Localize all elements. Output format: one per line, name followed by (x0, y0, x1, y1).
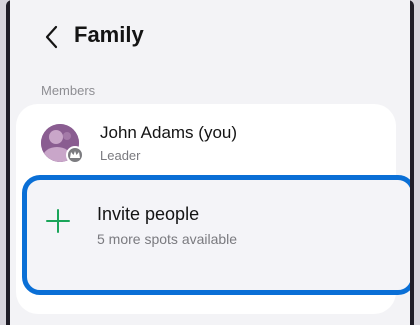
invite-sublabel: 5 more spots available (97, 231, 238, 247)
member-role: Leader (100, 148, 141, 163)
crown-icon (66, 146, 84, 164)
member-name: John Adams (you) (100, 123, 238, 142)
page-title: Family (74, 22, 144, 47)
invite-people-button[interactable]: Invite people 5 more spots available (22, 175, 410, 295)
member-row[interactable]: John Adams (you) Leader (16, 104, 396, 176)
members-section-label: Members (41, 83, 96, 98)
phone-frame: Family Members John Adams (you) Leader I… (6, 0, 414, 325)
family-screen: Family Members John Adams (you) Leader I… (10, 0, 410, 325)
chevron-left-icon (45, 25, 58, 49)
invite-label: Invite people (97, 204, 200, 224)
app-header: Family (10, 0, 410, 72)
back-button[interactable] (40, 24, 64, 50)
plus-icon (46, 209, 70, 233)
